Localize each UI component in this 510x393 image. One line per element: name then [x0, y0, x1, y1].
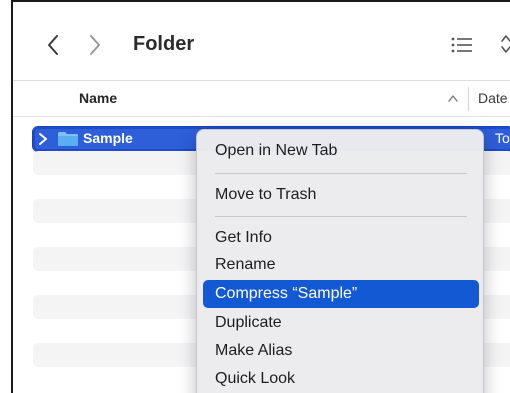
menu-separator — [215, 173, 467, 174]
row-name: Sample — [83, 130, 133, 146]
context-menu: Open in New Tab Move to Trash Get Info R… — [196, 129, 484, 393]
up-down-chevron-icon[interactable] — [499, 32, 510, 56]
forward-button[interactable] — [83, 30, 107, 60]
menu-item-open-in-new-tab[interactable]: Open in New Tab — [203, 137, 479, 165]
row-date: Toda — [495, 130, 510, 146]
menu-separator — [215, 216, 467, 217]
disclosure-triangle-icon[interactable] — [37, 131, 49, 147]
folder-icon — [58, 132, 78, 146]
chevron-left-icon — [48, 35, 58, 55]
menu-item-move-to-trash[interactable]: Move to Trash — [203, 181, 479, 209]
column-header-name[interactable]: Name — [79, 90, 117, 106]
sort-ascending-icon — [448, 95, 458, 102]
back-button[interactable] — [41, 30, 65, 60]
chevron-right-icon — [90, 35, 100, 55]
list-view-icon[interactable] — [450, 34, 474, 56]
menu-item-quick-look[interactable]: Quick Look — [203, 365, 479, 393]
menu-item-duplicate[interactable]: Duplicate — [203, 309, 479, 337]
toolbar: Folder — [13, 2, 510, 81]
menu-item-compress[interactable]: Compress “Sample” — [203, 280, 479, 308]
menu-item-get-info[interactable]: Get Info — [203, 224, 479, 252]
menu-item-make-alias[interactable]: Make Alias — [203, 337, 479, 365]
column-header-date[interactable]: Date — [478, 90, 508, 106]
window-title: Folder — [133, 33, 195, 55]
column-header: Name Date — [13, 81, 510, 117]
column-divider[interactable] — [468, 87, 469, 111]
finder-window: Folder Name Date Sample To Open in New T… — [11, 0, 510, 393]
menu-item-rename[interactable]: Rename — [203, 251, 479, 279]
